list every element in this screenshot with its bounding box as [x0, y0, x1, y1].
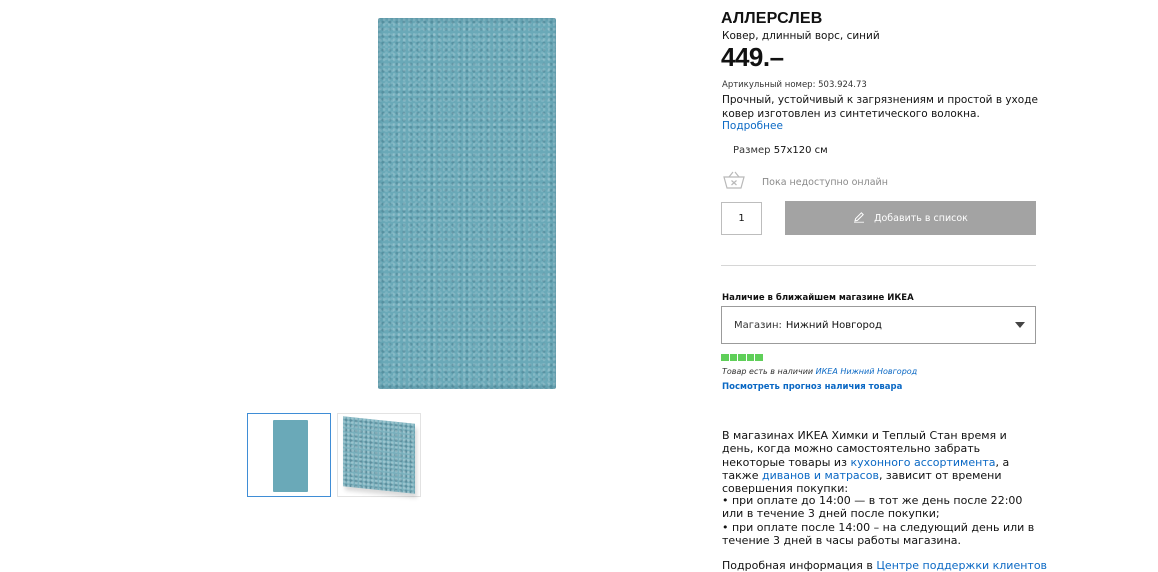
- store-availability-heading: Наличие в ближайшем магазине ИКЕА: [722, 293, 914, 303]
- cart-icon: [722, 170, 746, 190]
- more-link[interactable]: Подробнее: [722, 120, 783, 132]
- support-text: Подробная информация в: [722, 559, 877, 572]
- thumbnail-closeup[interactable]: [337, 413, 421, 497]
- pickup-condition-item: • при оплате после 14:00 – на следующий …: [722, 520, 1035, 547]
- stock-level-indicator: [721, 354, 763, 361]
- pickup-info-paragraph: В магазинах ИКЕА Химки и Теплый Стан вре…: [722, 429, 1040, 495]
- sofas-mattresses-link[interactable]: диванов и матрасов: [762, 469, 879, 482]
- availability-forecast-link[interactable]: Посмотреть прогноз наличия товара: [722, 382, 902, 392]
- product-main-image[interactable]: [378, 18, 556, 389]
- product-subtitle: Ковер, длинный ворс, синий: [722, 30, 880, 42]
- size-row: Размер 57x120 см: [733, 145, 828, 156]
- stock-segment: [721, 354, 729, 361]
- size-value: 57x120 см: [773, 145, 828, 156]
- stock-segment: [729, 354, 738, 361]
- thumbnail-rug[interactable]: [247, 413, 331, 497]
- store-select[interactable]: Магазин: Нижний Новгород: [721, 306, 1036, 344]
- product-price: 449.–: [721, 42, 784, 72]
- unavailable-online-text: Пока недоступно онлайн: [762, 177, 888, 188]
- kitchen-assortment-link[interactable]: кухонного ассортимента: [850, 456, 995, 469]
- product-description: Прочный, устойчивый к загрязнениям и про…: [722, 94, 1038, 120]
- stock-segment: [746, 354, 755, 361]
- stock-segment: [738, 354, 746, 361]
- support-info: Подробная информация в Центре поддержки …: [722, 559, 1047, 572]
- pickup-condition-item: • при оплате до 14:00 — в тот же день по…: [722, 494, 1023, 521]
- pickup-conditions-list: • при оплате до 14:00 — в тот же день по…: [722, 494, 1040, 547]
- customer-support-link[interactable]: Центре поддержки клиентов: [876, 559, 1047, 572]
- pencil-icon: [853, 211, 865, 226]
- size-label: Размер: [733, 145, 771, 156]
- thumbnail-closeup-image: [343, 416, 415, 494]
- store-select-label: Магазин:: [734, 319, 782, 331]
- chevron-down-icon: [1015, 322, 1025, 328]
- quantity-input[interactable]: [721, 202, 762, 235]
- add-to-list-button[interactable]: Добавить в список: [785, 201, 1036, 235]
- product-title: АЛЛЕРСЛЕВ: [721, 10, 823, 27]
- stock-store-link[interactable]: ИКЕА Нижний Новгород: [816, 367, 918, 376]
- add-to-list-label: Добавить в список: [874, 212, 968, 224]
- divider: [721, 265, 1036, 266]
- thumbnail-rug-image: [273, 420, 308, 492]
- article-number: Артикульный номер: 503.924.73: [722, 80, 867, 90]
- stock-segment: [755, 354, 763, 361]
- store-select-value: Нижний Новгород: [785, 319, 882, 331]
- stock-status: Товар есть в наличии ИКЕА Нижний Новгоро…: [722, 367, 917, 376]
- stock-status-text: Товар есть в наличии: [722, 367, 814, 376]
